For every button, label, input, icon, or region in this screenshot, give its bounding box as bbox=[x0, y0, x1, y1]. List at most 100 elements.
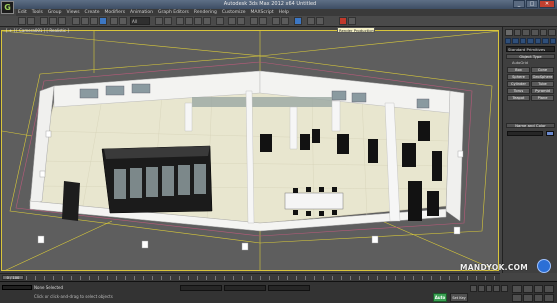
time-slider-knob[interactable]: 0 / 100 bbox=[2, 275, 24, 280]
redo-icon[interactable] bbox=[27, 17, 35, 25]
snap-toggle-icon[interactable] bbox=[176, 17, 184, 25]
pyramid-button[interactable]: Pyramid bbox=[531, 88, 554, 94]
select-rotate-icon[interactable] bbox=[119, 17, 127, 25]
tab-create[interactable] bbox=[505, 29, 513, 36]
z-coordinate-field[interactable] bbox=[268, 285, 310, 291]
viewport-label[interactable]: [ + ] [ Camera001 ] [ Realistic ] bbox=[6, 28, 69, 33]
name-color-rollout[interactable]: Name and Color bbox=[506, 123, 555, 128]
angle-snap-icon[interactable] bbox=[185, 17, 193, 25]
unlink-icon[interactable] bbox=[49, 17, 57, 25]
menu-edit[interactable]: Edit bbox=[18, 10, 27, 15]
rendered-frame-window-icon[interactable] bbox=[316, 17, 324, 25]
pivot-icon[interactable] bbox=[164, 17, 172, 25]
cylinder-button[interactable]: Cylinder bbox=[507, 81, 530, 87]
select-object-icon[interactable] bbox=[72, 17, 80, 25]
pan-icon[interactable] bbox=[522, 294, 533, 302]
material-editor-icon[interactable] bbox=[294, 17, 302, 25]
menu-rendering[interactable]: Rendering bbox=[194, 10, 217, 15]
maxscript-listener-field[interactable] bbox=[2, 285, 32, 290]
render-production-icon[interactable] bbox=[339, 17, 347, 25]
select-move-icon[interactable] bbox=[110, 17, 118, 25]
named-selection-icon[interactable] bbox=[216, 17, 224, 25]
render-setup-icon[interactable] bbox=[307, 17, 315, 25]
ribbon-icon[interactable] bbox=[259, 17, 267, 25]
tube-button[interactable]: Tube bbox=[531, 81, 554, 87]
selection-filter-dropdown[interactable]: All bbox=[130, 17, 150, 25]
schematic-view-icon[interactable] bbox=[281, 17, 289, 25]
teapot-button[interactable]: Teapot bbox=[507, 95, 530, 101]
zoom-extents-icon[interactable] bbox=[533, 285, 544, 293]
tab-motion[interactable] bbox=[531, 29, 539, 36]
go-to-start-icon[interactable] bbox=[470, 285, 477, 292]
object-type-rollout[interactable]: Object Type bbox=[506, 54, 555, 59]
curve-editor-icon[interactable] bbox=[272, 17, 280, 25]
x-coordinate-field[interactable] bbox=[180, 285, 222, 291]
menu-modifiers[interactable]: Modifiers bbox=[105, 10, 126, 15]
zoom-extents-all-icon[interactable] bbox=[544, 285, 554, 293]
object-name-field[interactable] bbox=[507, 131, 543, 136]
menu-customize[interactable]: Customize bbox=[222, 10, 246, 15]
orbit-icon[interactable] bbox=[533, 294, 544, 302]
menu-help[interactable]: Help bbox=[279, 10, 289, 15]
tab-modify[interactable] bbox=[513, 29, 522, 36]
time-slider[interactable]: 0 / 100 bbox=[0, 273, 500, 281]
maximize-viewport-icon[interactable] bbox=[544, 294, 554, 302]
menu-views[interactable]: Views bbox=[67, 10, 80, 15]
menu-maxscript[interactable]: MAXScript bbox=[251, 10, 274, 15]
sphere-button[interactable]: Sphere bbox=[507, 74, 530, 80]
menu-graph-editors[interactable]: Graph Editors bbox=[158, 10, 189, 15]
menu-tools[interactable]: Tools bbox=[32, 10, 43, 15]
space-warps-icon[interactable] bbox=[542, 38, 549, 44]
geometry-icon[interactable] bbox=[505, 38, 512, 44]
go-to-end-icon[interactable] bbox=[501, 285, 508, 292]
scale-icon[interactable] bbox=[155, 17, 163, 25]
plane-button[interactable]: Plane bbox=[531, 95, 554, 101]
maximize-button[interactable]: □ bbox=[526, 0, 538, 8]
rect-selection-icon[interactable] bbox=[90, 17, 98, 25]
camera-viewport[interactable] bbox=[1, 30, 499, 271]
tab-hierarchy[interactable] bbox=[522, 29, 531, 36]
window-crossing-icon[interactable] bbox=[99, 17, 107, 25]
select-by-name-icon[interactable] bbox=[81, 17, 89, 25]
previous-frame-icon[interactable] bbox=[477, 285, 485, 292]
auto-key-button[interactable]: Auto bbox=[433, 293, 447, 302]
tab-utilities[interactable] bbox=[548, 29, 557, 36]
spinner-snap-icon[interactable] bbox=[203, 17, 211, 25]
app-menu-logo-icon[interactable]: G bbox=[1, 1, 14, 14]
next-frame-icon[interactable] bbox=[493, 285, 501, 292]
render-iterative-icon[interactable] bbox=[348, 17, 356, 25]
bind-space-warp-icon[interactable] bbox=[58, 17, 66, 25]
undo-icon[interactable] bbox=[18, 17, 26, 25]
lights-icon[interactable] bbox=[519, 38, 527, 44]
object-color-swatch[interactable] bbox=[546, 131, 554, 136]
autogrid-checkbox[interactable]: AutoGrid bbox=[512, 61, 528, 65]
geosphere-button[interactable]: GeoSphere bbox=[531, 74, 554, 80]
y-coordinate-field[interactable] bbox=[224, 285, 266, 291]
play-icon[interactable] bbox=[485, 285, 493, 292]
torus-button[interactable]: Torus bbox=[507, 88, 530, 94]
menu-animation[interactable]: Animation bbox=[130, 10, 153, 15]
shapes-icon[interactable] bbox=[512, 38, 519, 44]
systems-icon[interactable] bbox=[549, 38, 556, 44]
cone-button[interactable]: Cone bbox=[531, 67, 554, 73]
create-category-icons bbox=[505, 38, 556, 44]
track-bar-ruler[interactable] bbox=[26, 276, 496, 280]
box-button[interactable]: Box bbox=[507, 67, 530, 73]
close-button[interactable]: ✕ bbox=[539, 0, 555, 8]
link-icon[interactable] bbox=[40, 17, 48, 25]
menu-create[interactable]: Create bbox=[85, 10, 100, 15]
cameras-icon[interactable] bbox=[527, 38, 534, 44]
layer-manager-icon[interactable] bbox=[250, 17, 258, 25]
zoom-all-icon[interactable] bbox=[522, 285, 533, 293]
align-icon[interactable] bbox=[237, 17, 245, 25]
mirror-icon[interactable] bbox=[228, 17, 236, 25]
category-dropdown[interactable]: Standard Primitives bbox=[506, 46, 555, 52]
zoom-icon[interactable] bbox=[512, 285, 522, 293]
percent-snap-icon[interactable] bbox=[194, 17, 202, 25]
tab-display[interactable] bbox=[539, 29, 548, 36]
set-key-button[interactable]: Set Key bbox=[450, 293, 468, 302]
field-of-view-icon[interactable] bbox=[512, 294, 522, 302]
menu-group[interactable]: Group bbox=[48, 10, 62, 15]
helpers-icon[interactable] bbox=[534, 38, 542, 44]
minimize-button[interactable]: _ bbox=[513, 0, 525, 8]
